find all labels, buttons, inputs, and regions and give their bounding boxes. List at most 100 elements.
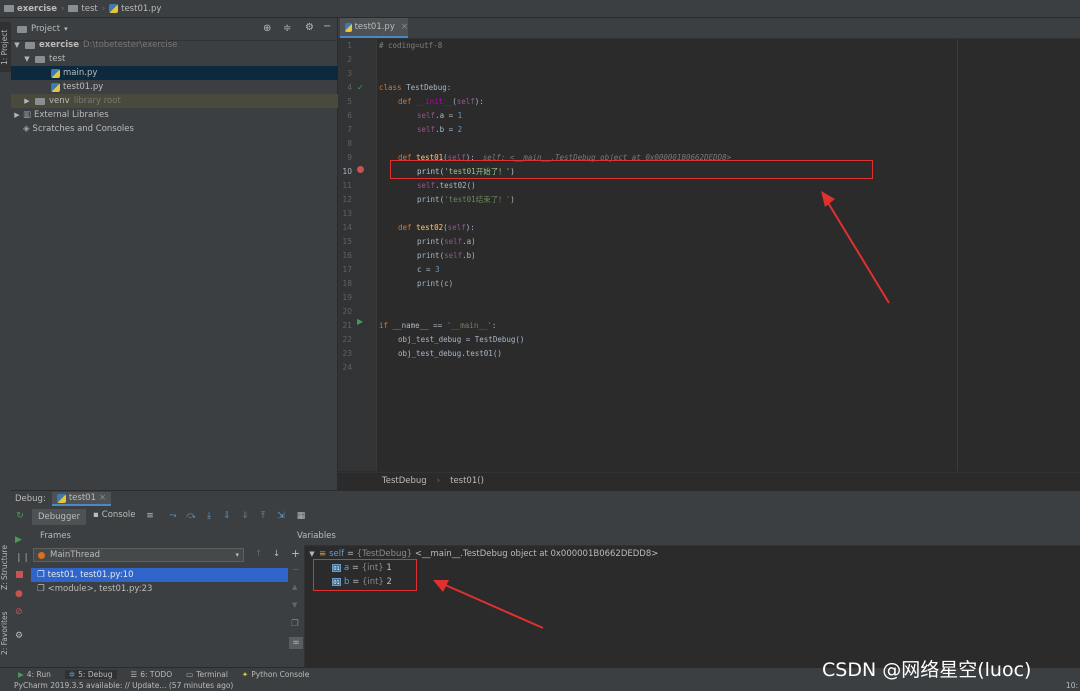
breadcrumb-project[interactable]: exercise [4,4,57,14]
rerun-icon[interactable]: ↻ [14,510,26,522]
line-number: 5 [347,97,352,106]
step-over-icon[interactable]: ⤼ [185,510,197,522]
tab-debugger[interactable]: Debugger [32,509,87,525]
tree-item-test[interactable]: ▼ test [11,52,349,66]
frame-row[interactable]: ❐ <module>, test01.py:23 [31,582,288,596]
tree-item-external-libraries[interactable]: ▶ ▥ External Libraries [11,108,339,122]
run-to-cursor-icon[interactable]: ⇲ [275,510,287,522]
debug-toolbar: ↻ Debugger ▪ Console ≡ ⤳ ⤼ ⤓ ⇩ ⇓ ⤒ ⇲ ▦ [11,507,1080,528]
debug-session-tab[interactable]: test01 × [51,492,112,506]
console-icon: ▪ [93,510,99,520]
expand-arrow-icon[interactable]: ▼ [308,550,316,558]
tab-todo[interactable]: ☰ 6: TODO [131,670,173,679]
gear-icon[interactable]: ⚙ [305,22,314,33]
thread-select[interactable]: MainThread ▾ [33,548,244,562]
expand-arrow-icon[interactable]: ▼ [13,41,21,49]
tab-python-console[interactable]: ✦ Python Console [242,670,309,679]
collapse-icon[interactable]: ≑ [283,23,291,34]
tab-favorites[interactable]: 2: Favorites [0,608,11,658]
annotation-arrow-variables [433,580,544,629]
caret-position[interactable]: 10: [1066,681,1078,691]
resume-icon[interactable]: ▶ [15,535,22,545]
python-file-icon [56,493,66,503]
tree-item-root[interactable]: ▼ exercise D:\tobetester\exercise [11,38,339,52]
add-watch-icon[interactable]: + [291,547,300,560]
step-into-my-code-icon[interactable]: ⇩ [221,510,233,522]
tab-console[interactable]: ▪ Console [93,510,136,520]
todo-icon: ☰ [130,670,138,679]
project-view-selector[interactable]: Project [31,24,60,34]
remove-watch-icon[interactable]: − [292,565,299,575]
chevron-right-icon: › [436,476,441,486]
line-number: 17 [342,265,352,274]
annotation-box-current-line [390,160,873,179]
line-number: 14 [342,223,352,232]
code-editor[interactable]: # coding=utf-8 class TestDebug: def __in… [377,39,1080,471]
breadcrumb-folder[interactable]: test [68,4,98,14]
force-step-into-icon[interactable]: ⇓ [239,510,251,522]
gear-icon[interactable]: ⚙ [15,631,23,641]
breadcrumb-class[interactable]: TestDebug [382,476,427,486]
chevron-down-icon[interactable]: ▾ [64,25,68,33]
tree-item-scratches[interactable]: ◈ Scratches and Consoles [11,122,349,136]
code-line-21: if __name__ == '__main__': [379,321,497,330]
stop-icon[interactable] [16,571,23,578]
line-number: 6 [347,111,352,120]
annotation-arrow-editor [821,191,890,304]
tab-debug[interactable]: ✲ 5: Debug [64,670,117,679]
tab-run[interactable]: ▶ 4: Run [18,670,51,679]
mute-breakpoints-icon[interactable]: ⊘ [15,607,23,617]
hide-icon[interactable]: − [323,21,331,32]
expand-arrow-icon[interactable]: ▶ [13,111,21,119]
step-out-icon[interactable]: ⤒ [257,510,269,522]
line-number: 13 [342,209,352,218]
breakpoint-icon[interactable] [357,166,364,173]
status-message[interactable]: PyCharm 2019.3.5 available: // Update...… [14,681,233,690]
close-icon[interactable]: × [401,22,408,32]
python-file-icon [51,68,60,78]
copy-icon[interactable]: ❐ [291,619,299,629]
close-icon[interactable]: × [99,493,106,503]
menu-icon[interactable]: ≡ [144,510,156,522]
breadcrumb-method[interactable]: test01() [450,476,484,486]
tab-structure[interactable]: Z: Structure [0,538,11,598]
project-panel: Project ▾ ⊕ ≑ ⚙ − ▼ exercise D:\tobetest… [11,18,377,490]
chevron-down-icon: ▾ [235,551,239,559]
line-number: 1 [347,41,352,50]
line-number: 18 [342,279,352,288]
run-arrow-icon[interactable]: ▶ [357,317,363,326]
frames-title: Frames [40,531,71,541]
step-into-icon[interactable]: ⤓ [203,510,215,522]
folder-icon [35,97,45,105]
breadcrumb-file[interactable]: test01.py [109,4,161,14]
expand-arrow-icon[interactable]: ▶ [23,97,31,105]
infinity-icon[interactable]: ∞ [289,637,303,649]
tab-project[interactable]: 1: Project [0,22,11,72]
line-number: 16 [342,251,352,260]
pause-icon[interactable]: ❙❙ [15,553,30,563]
frame-down-icon[interactable]: ↓ [273,549,280,559]
show-execution-point-icon[interactable]: ⤳ [167,510,179,522]
move-up-icon[interactable]: ▲ [292,583,297,591]
right-margin-guide [957,39,958,471]
debug-actions-strip: ▶ ❙❙ ● ⊘ ⚙ [11,527,32,667]
line-number: 10 [342,167,352,176]
code-line-15: print(self.a) [417,237,476,246]
tab-test01-py[interactable]: test01.py × [340,18,408,38]
frame-up-icon[interactable]: ↑ [255,549,262,559]
bug-icon: ✲ [68,670,76,679]
code-line-12: print('test01结束了！') [417,195,515,204]
view-breakpoints-icon[interactable]: ● [15,589,23,599]
line-number: 20 [342,307,352,316]
editor-gutter[interactable]: 1 2 3 4 5 6 7 8 9 10 11 12 13 14 15 16 1… [338,39,377,471]
evaluate-expression-icon[interactable]: ▦ [295,510,307,522]
locate-icon[interactable]: ⊕ [263,23,271,34]
tree-item-test01-py[interactable]: test01.py [11,80,377,94]
frame-row-selected[interactable]: ❐ test01, test01.py:10 [31,568,288,582]
move-down-icon[interactable]: ▼ [292,601,297,609]
tree-item-venv[interactable]: ▶ venv library root [11,94,349,108]
tree-item-main-py[interactable]: main.py [11,66,377,80]
tab-terminal[interactable]: ▭ Terminal [186,670,228,679]
folder-icon [68,5,79,12]
expand-arrow-icon[interactable]: ▼ [23,55,31,63]
